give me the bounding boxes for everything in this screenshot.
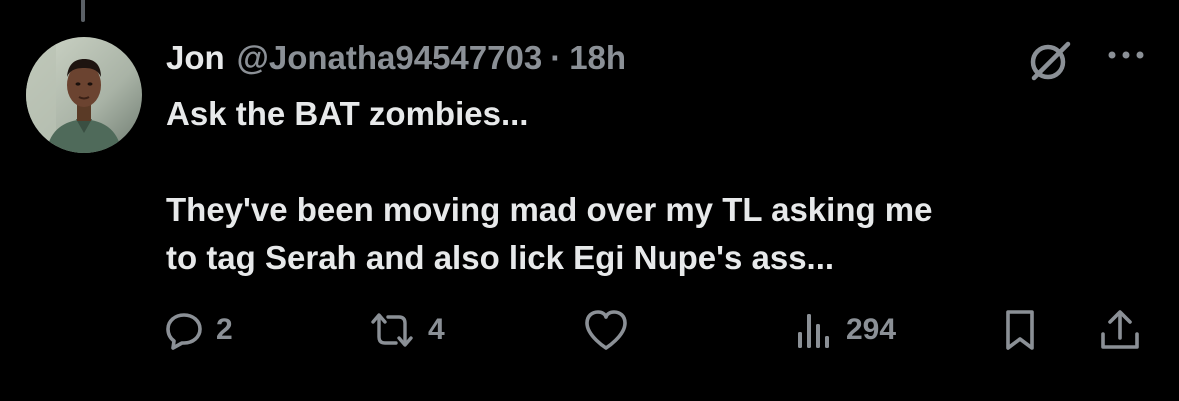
post-text: Ask the BAT zombies... They've been movi… [166,90,1126,282]
bookmark-button[interactable] [1000,306,1040,354]
heart-icon [585,310,627,350]
post-timestamp[interactable]: 18h [569,39,626,77]
views-button[interactable]: 294 [794,306,896,354]
reply-count: 2 [216,313,233,346]
post-header: Jon @Jonatha94547703 · 18h [166,36,626,80]
repost-count: 4 [428,313,445,346]
repost-button[interactable]: 4 [368,306,445,354]
reply-button[interactable]: 2 [164,306,233,354]
action-bar: 2 4 294 [0,300,1179,360]
bookmark-icon [1006,310,1034,350]
avatar[interactable] [26,37,142,153]
avatar-photo [26,37,142,153]
share-button[interactable] [1098,306,1142,354]
repost-icon [371,313,413,347]
header-separator: · [550,39,562,76]
author-handle[interactable]: @Jonatha94547703 [237,39,543,77]
author-name[interactable]: Jon [166,39,225,77]
thread-connector-line [81,0,85,22]
more-icon[interactable] [1104,40,1148,70]
views-count: 294 [846,313,897,346]
grok-icon[interactable] [1024,38,1076,82]
post-text-line: They've been moving mad over my TL askin… [166,191,933,228]
like-button[interactable] [582,306,630,354]
post-text-line: to tag Serah and also lick Egi Nupe's as… [166,239,835,276]
views-icon [798,314,829,348]
share-icon [1101,310,1139,349]
post-text-line: Ask the BAT zombies... [166,95,529,132]
reply-icon [166,313,202,350]
